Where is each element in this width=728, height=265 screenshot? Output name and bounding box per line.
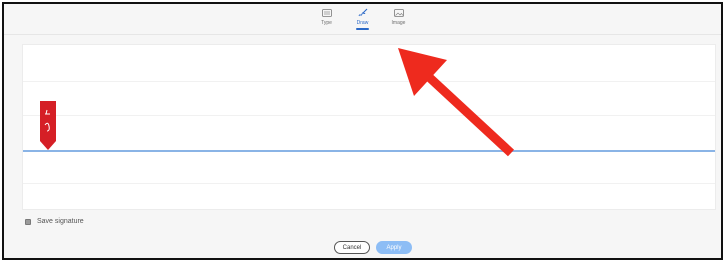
signature-baseline [23,150,715,152]
cancel-button[interactable]: Cancel [334,241,370,254]
save-signature-label: Save signature [37,218,84,225]
canvas-guide [23,183,715,184]
pen-scribble-icon [358,8,367,17]
tab-draw-label: Draw [356,20,369,26]
signature-dialog: Type Draw Image Save signature Cancel Ap… [2,2,723,260]
canvas-guide [23,81,715,82]
tab-image-label: Image [391,20,406,26]
sign-here-marker-icon [39,101,57,151]
tab-draw[interactable]: Draw [352,8,374,34]
tab-type-label: Type [321,20,332,26]
image-icon [393,9,404,17]
tabs-divider [4,34,721,35]
tab-image[interactable]: Image [388,8,410,34]
active-tab-indicator [356,28,369,30]
dialog-actions: Cancel Apply [334,241,412,254]
save-signature-option: Save signature [25,218,84,225]
signature-mode-tabs: Type Draw Image [4,8,721,34]
keyboard-icon [321,9,332,17]
save-signature-checkbox[interactable] [25,218,31,225]
apply-button[interactable]: Apply [376,241,412,254]
tab-type[interactable]: Type [316,8,338,34]
signature-drawing-area[interactable] [22,44,716,210]
canvas-guide [23,115,715,116]
